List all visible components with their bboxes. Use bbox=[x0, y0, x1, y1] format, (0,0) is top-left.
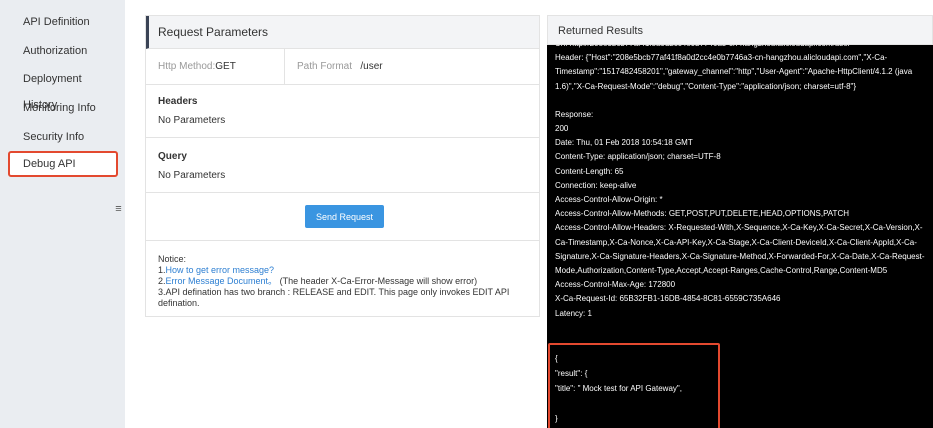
error-message-document-link[interactable]: Error Message Document。 bbox=[166, 276, 278, 286]
method-row: Http Method:GET Path Format /user bbox=[146, 49, 539, 85]
response-body: { "result": { "title": " Mock test for A… bbox=[555, 351, 682, 428]
menu-collapse-icon[interactable]: ≡ bbox=[112, 196, 125, 222]
content-type-header: Content-Type: application/json; charset=… bbox=[555, 152, 721, 162]
notice-item-3: 3.API defination has two branch : RELEAS… bbox=[158, 287, 510, 308]
request-id-header: X-Ca-Request-Id: 65B32FB1-16DB-4854-8C81… bbox=[555, 294, 781, 304]
sidebar: API Definition Authorization Deployment … bbox=[0, 0, 125, 428]
allow-origin-header: Access-Control-Allow-Origin: * bbox=[555, 195, 663, 205]
status-code: 200 bbox=[555, 124, 569, 134]
sidebar-item-api-definition[interactable]: API Definition bbox=[8, 9, 118, 35]
divider bbox=[146, 192, 539, 193]
sidebar-item-debug-api[interactable]: Debug API bbox=[8, 151, 118, 177]
path-format: Path Format /user bbox=[297, 49, 383, 85]
headers-value: No Parameters bbox=[158, 115, 226, 126]
request-parameters-panel: Request Parameters Http Method:GET Path … bbox=[145, 15, 540, 317]
error-message-help-link[interactable]: How to get error message? bbox=[166, 265, 275, 275]
http-method: Http Method:GET bbox=[158, 49, 236, 85]
request-parameters-title: Request Parameters bbox=[146, 16, 539, 49]
sidebar-item-monitoring-info[interactable]: Monitoring Info bbox=[8, 95, 118, 121]
query-title: Query bbox=[158, 151, 187, 162]
allow-headers-header: Access-Control-Allow-Headers: X-Requeste… bbox=[555, 223, 925, 276]
notice-title: Notice: bbox=[158, 254, 187, 264]
max-age-header: Access-Control-Max-Age: 172800 bbox=[555, 280, 676, 290]
notice-2-prefix: 2. bbox=[158, 276, 166, 286]
sidebar-item-deployment-history[interactable]: Deployment History bbox=[8, 66, 118, 111]
returned-results-title: Returned Results bbox=[547, 15, 933, 45]
json-line: } bbox=[555, 414, 558, 423]
json-line: "result": { bbox=[555, 369, 588, 378]
latency-line: Latency: 1 bbox=[555, 308, 592, 318]
results-output: Url: http://208e5bcb77af41f8a0d2cc4e0b77… bbox=[555, 37, 927, 321]
http-method-label: Http Method: bbox=[158, 61, 216, 72]
path-format-label: Path Format bbox=[297, 61, 353, 72]
column-divider bbox=[284, 49, 285, 85]
json-line: { bbox=[555, 354, 558, 363]
notice: Notice: 1.How to get error message? 2.Er… bbox=[158, 254, 528, 309]
notice-item-2: 2.Error Message Document。 (The header X-… bbox=[158, 276, 528, 287]
send-request-button[interactable]: Send Request bbox=[305, 205, 384, 228]
divider bbox=[146, 240, 539, 241]
notice-1-prefix: 1. bbox=[158, 265, 166, 275]
connection-header: Connection: keep-alive bbox=[555, 180, 637, 190]
path-format-value: /user bbox=[360, 61, 383, 72]
headers-title: Headers bbox=[158, 96, 198, 107]
content-length-header: Content-Length: 65 bbox=[555, 166, 624, 176]
sidebar-item-authorization[interactable]: Authorization bbox=[8, 38, 118, 64]
divider bbox=[146, 137, 539, 138]
date-header: Date: Thu, 01 Feb 2018 10:54:18 GMT bbox=[555, 138, 693, 148]
allow-methods-header: Access-Control-Allow-Methods: GET,POST,P… bbox=[555, 209, 849, 219]
response-label: Response: bbox=[555, 109, 594, 119]
header-line: Header: {"Host":"208e5bcb77af41f8a0d2cc4… bbox=[555, 53, 913, 91]
api-debug-page: API Definition Authorization Deployment … bbox=[0, 0, 933, 428]
sidebar-item-security-info[interactable]: Security Info bbox=[8, 124, 118, 150]
notice-2-text: (The header X-Ca-Error-Message will show… bbox=[279, 276, 478, 286]
notice-item-1: 1.How to get error message? bbox=[158, 265, 528, 276]
json-line: "title": " Mock test for API Gateway", bbox=[555, 384, 682, 393]
returned-results-panel[interactable]: Url: http://208e5bcb77af41f8a0d2cc4e0b77… bbox=[547, 15, 933, 428]
http-method-value: GET bbox=[215, 61, 236, 72]
query-value: No Parameters bbox=[158, 170, 226, 181]
